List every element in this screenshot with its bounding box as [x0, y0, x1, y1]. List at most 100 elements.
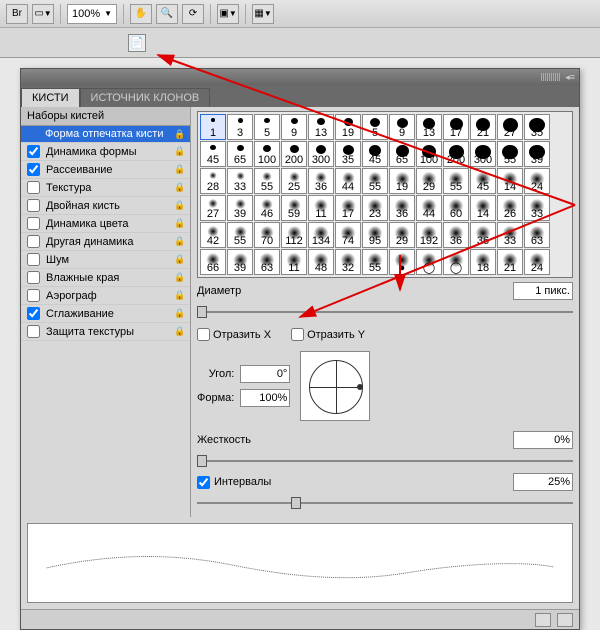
- hand-tool-icon[interactable]: ✋: [130, 4, 152, 24]
- tab-clone-source[interactable]: ИСТОЧНИК КЛОНОВ: [80, 88, 211, 107]
- brush-tip-cell[interactable]: 100: [416, 141, 442, 167]
- brush-tip-cell[interactable]: 200: [443, 141, 469, 167]
- brush-tip-cell[interactable]: 1: [200, 114, 226, 140]
- brush-option-row[interactable]: Аэрограф🔒: [21, 287, 190, 305]
- panel-titlebar[interactable]: ◂≡: [21, 69, 579, 85]
- brush-option-row[interactable]: Сглаживание🔒: [21, 305, 190, 323]
- brush-tip-cell[interactable]: 29: [416, 168, 442, 194]
- tab-brushes[interactable]: КИСТИ: [21, 88, 80, 107]
- brush-tip-cell[interactable]: 36: [308, 168, 334, 194]
- brush-presets-header[interactable]: Наборы кистей: [21, 107, 190, 126]
- brush-tip-cell[interactable]: 95: [362, 222, 388, 248]
- zoom-tool-icon[interactable]: 🔍: [156, 4, 178, 24]
- brush-tip-cell[interactable]: 9: [389, 114, 415, 140]
- option-checkbox[interactable]: [27, 181, 40, 194]
- brush-option-row[interactable]: Текстура🔒: [21, 179, 190, 197]
- brush-tip-cell[interactable]: 44: [416, 195, 442, 221]
- brush-option-row[interactable]: Шум🔒: [21, 251, 190, 269]
- lock-icon[interactable]: 🔒: [174, 254, 186, 266]
- brush-tip-cell[interactable]: 55: [362, 168, 388, 194]
- rotate-view-icon[interactable]: ⟳: [182, 4, 204, 24]
- spacing-checkbox[interactable]: Интервалы: [197, 476, 271, 489]
- brush-tip-cell[interactable]: 36: [443, 222, 469, 248]
- brush-tip-cell[interactable]: 66: [200, 249, 226, 275]
- option-checkbox[interactable]: [27, 289, 40, 302]
- option-checkbox[interactable]: [27, 199, 40, 212]
- brush-tip-cell[interactable]: 11: [281, 249, 307, 275]
- lock-icon[interactable]: 🔒: [174, 146, 186, 158]
- preset-picker-icon[interactable]: 📄: [128, 34, 146, 52]
- angle-input[interactable]: [240, 365, 290, 383]
- brush-tip-cell[interactable]: 36: [470, 222, 496, 248]
- brush-option-row[interactable]: Рассеивание🔒: [21, 161, 190, 179]
- film-icon[interactable]: ▭▼: [32, 4, 54, 24]
- brush-tip-cell[interactable]: 33: [227, 168, 253, 194]
- brush-tip-cell[interactable]: 21: [497, 249, 523, 275]
- brush-tip-cell[interactable]: 39: [227, 249, 253, 275]
- brush-tip-cell[interactable]: 55: [362, 249, 388, 275]
- brush-tip-cell[interactable]: 11: [308, 195, 334, 221]
- brush-tip-cell[interactable]: 5: [362, 114, 388, 140]
- brush-tip-cell[interactable]: 60: [443, 195, 469, 221]
- brush-option-row[interactable]: Влажные края🔒: [21, 269, 190, 287]
- brush-tip-cell[interactable]: 70: [254, 222, 280, 248]
- brush-tip-cell[interactable]: 14: [497, 168, 523, 194]
- brush-tip-cell[interactable]: ◯: [443, 249, 469, 275]
- option-checkbox[interactable]: [27, 325, 40, 338]
- diameter-input[interactable]: [513, 282, 573, 300]
- brush-tip-cell[interactable]: 65: [389, 141, 415, 167]
- brush-tip-cell[interactable]: 25: [281, 168, 307, 194]
- brush-tip-cell[interactable]: 55: [227, 222, 253, 248]
- brush-tip-cell[interactable]: 32: [335, 249, 361, 275]
- brush-tip-cell[interactable]: 14: [470, 195, 496, 221]
- flip-y-checkbox[interactable]: Отразить Y: [291, 328, 365, 341]
- brush-tip-cell[interactable]: 13: [308, 114, 334, 140]
- option-checkbox[interactable]: [27, 271, 40, 284]
- option-checkbox[interactable]: [27, 217, 40, 230]
- brush-option-row[interactable]: Динамика цвета🔒: [21, 215, 190, 233]
- brush-tip-cell[interactable]: 300: [470, 141, 496, 167]
- lock-icon[interactable]: 🔒: [174, 164, 186, 176]
- brush-tip-cell[interactable]: 23: [362, 195, 388, 221]
- angle-preview[interactable]: [300, 351, 370, 421]
- brush-tip-cell[interactable]: 300: [308, 141, 334, 167]
- brush-tip-cell[interactable]: 33: [497, 222, 523, 248]
- roundness-input[interactable]: [240, 389, 290, 407]
- brush-tip-cell[interactable]: 48: [308, 249, 334, 275]
- lock-icon[interactable]: 🔒: [174, 128, 186, 140]
- spacing-input[interactable]: [513, 473, 573, 491]
- screen-mode-icon[interactable]: ▣▼: [217, 4, 239, 24]
- brush-tip-cell[interactable]: 192: [416, 222, 442, 248]
- option-checkbox[interactable]: [27, 145, 40, 158]
- brush-option-row[interactable]: Другая динамика🔒: [21, 233, 190, 251]
- brush-tip-cell[interactable]: ●: [389, 249, 415, 275]
- brush-tip-cell[interactable]: 74: [335, 222, 361, 248]
- brush-tip-cell[interactable]: 45: [470, 168, 496, 194]
- brush-tip-cell[interactable]: 100: [254, 141, 280, 167]
- brush-tip-cell[interactable]: 21: [470, 114, 496, 140]
- brush-tip-cell[interactable]: 39: [227, 195, 253, 221]
- new-preset-icon[interactable]: [535, 613, 551, 627]
- lock-icon[interactable]: 🔒: [174, 290, 186, 302]
- brush-tip-cell[interactable]: 26: [497, 195, 523, 221]
- brush-tip-cell[interactable]: 42: [200, 222, 226, 248]
- brush-tip-cell[interactable]: 45: [200, 141, 226, 167]
- brush-option-row[interactable]: Двойная кисть🔒: [21, 197, 190, 215]
- brush-tip-cell[interactable]: 24: [524, 168, 550, 194]
- brush-tip-cell[interactable]: 44: [335, 168, 361, 194]
- hardness-slider[interactable]: [197, 453, 573, 469]
- brush-tip-cell[interactable]: 63: [524, 222, 550, 248]
- option-checkbox[interactable]: [27, 163, 40, 176]
- bridge-button[interactable]: Br: [6, 4, 28, 24]
- spacing-slider[interactable]: [197, 495, 573, 511]
- brush-tip-cell[interactable]: 29: [389, 222, 415, 248]
- option-checkbox[interactable]: [27, 307, 40, 320]
- brush-tip-cell[interactable]: ◯: [416, 249, 442, 275]
- brush-tip-cell[interactable]: 55: [497, 141, 523, 167]
- brush-tip-cell[interactable]: 19: [389, 168, 415, 194]
- option-checkbox[interactable]: [27, 235, 40, 248]
- brush-option-row[interactable]: Динамика формы🔒: [21, 143, 190, 161]
- lock-icon[interactable]: 🔒: [174, 182, 186, 194]
- brush-tip-cell[interactable]: 5: [254, 114, 280, 140]
- lock-icon[interactable]: 🔒: [174, 236, 186, 248]
